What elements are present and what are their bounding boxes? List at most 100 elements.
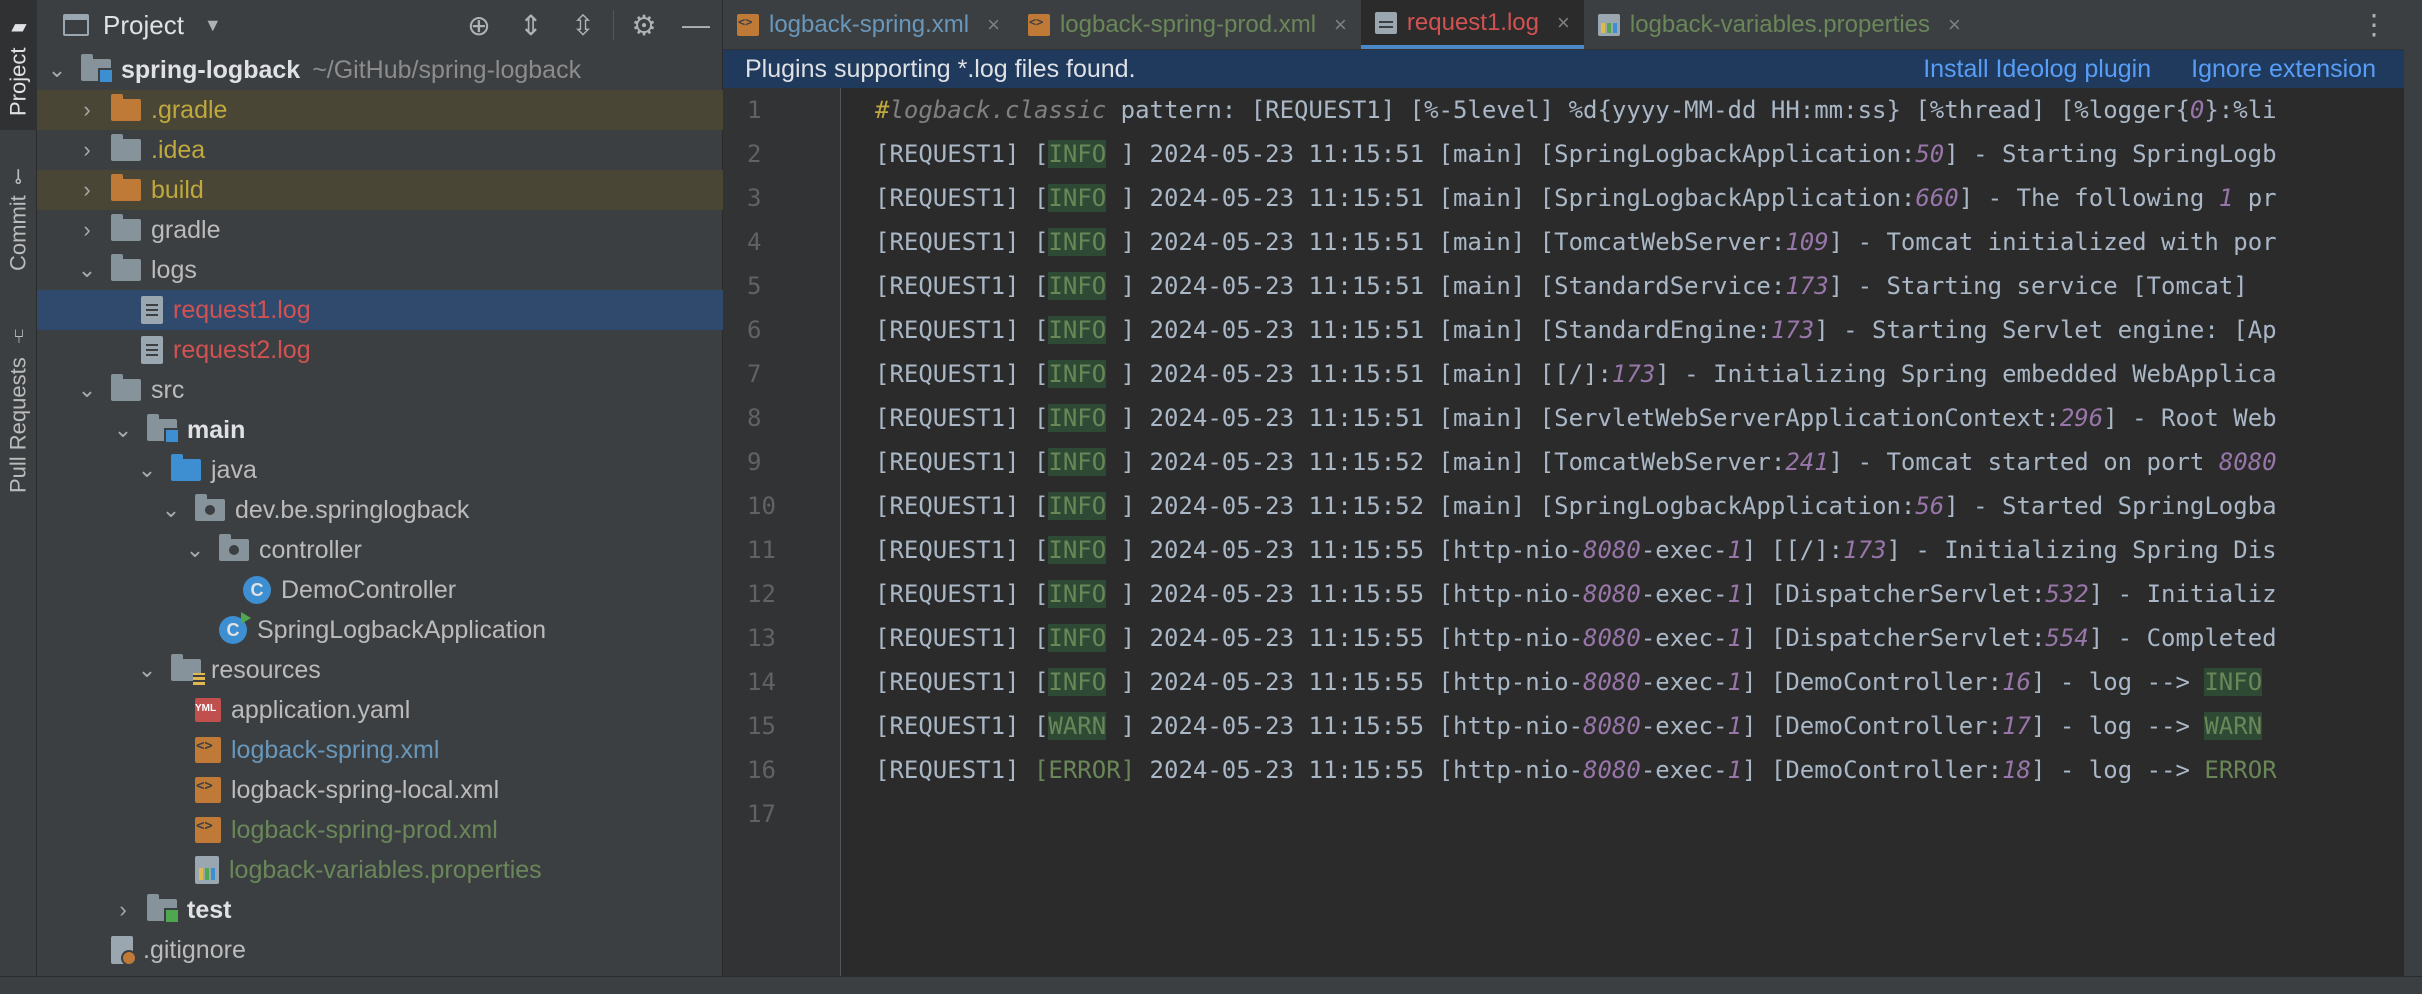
code-token: INFO — [1048, 492, 1107, 520]
xml-file-icon — [1027, 13, 1050, 36]
code-line[interactable]: 17 — [723, 792, 2422, 836]
chevron-right-icon[interactable]: › — [113, 897, 133, 923]
code-line[interactable]: 16 [REQUEST1] [ERROR] 2024-05-23 11:15:55… — [723, 748, 2422, 792]
tree-item[interactable]: request2.log — [37, 330, 723, 370]
tree-item[interactable]: C DemoController — [37, 570, 723, 610]
line-number: 6 — [747, 316, 762, 344]
code-line[interactable]: 15 [REQUEST1] [WARN ] 2024-05-23 11:15:55… — [723, 704, 2422, 748]
tree-item[interactable]: ⌄ controller — [37, 530, 723, 570]
line-text: [REQUEST1] [INFO ] 2024-05-23 11:15:51 [… — [841, 272, 2422, 300]
code-line[interactable]: 6 [REQUEST1] [INFO ] 2024-05-23 11:15:51 … — [723, 308, 2422, 352]
tree-item[interactable]: logback-spring-prod.xml — [37, 810, 723, 850]
gear-icon[interactable]: ⚙ — [618, 9, 670, 42]
tree-item[interactable]: logback-variables.properties — [37, 850, 723, 890]
line-text: [REQUEST1] [INFO ] 2024-05-23 11:15:51 [… — [841, 360, 2422, 388]
tree-item[interactable]: › test — [37, 890, 723, 930]
tab-logback-variables-properties[interactable]: logback-variables.properties × — [1584, 0, 1975, 49]
code-token: INFO — [1048, 272, 1107, 300]
tree-item[interactable]: application.yaml — [37, 690, 723, 730]
chevron-right-icon[interactable]: › — [77, 97, 97, 123]
code-line[interactable]: 11 [REQUEST1] [INFO ] 2024-05-23 11:15:55… — [723, 528, 2422, 572]
chevron-down-icon[interactable]: ⌄ — [137, 657, 157, 683]
code-editor[interactable]: 1 #logback.classic pattern: [REQUEST1] [%… — [723, 88, 2422, 994]
log-file-icon — [141, 336, 163, 364]
chevron-down-icon[interactable]: ⌄ — [161, 497, 181, 523]
tab-label: logback-variables.properties — [1629, 10, 1931, 38]
tree-item[interactable]: C SpringLogbackApplication — [37, 610, 723, 650]
code-line[interactable]: 7 [REQUEST1] [INFO ] 2024-05-23 11:15:51 … — [723, 352, 2422, 396]
chevron-down-icon[interactable]: ⌄ — [113, 417, 133, 443]
tree-item[interactable]: ⌄ java — [37, 450, 723, 490]
tree-item[interactable]: ⌄ logs — [37, 250, 723, 290]
tree-item[interactable]: ⌄ spring-logback ~/GitHub/spring-logback — [37, 50, 723, 90]
code-token: INFO — [2204, 668, 2263, 696]
source-folder-icon — [147, 414, 180, 444]
minimize-icon[interactable]: — — [670, 9, 722, 41]
chevron-down-icon[interactable]: ⌄ — [137, 457, 157, 483]
tree-item[interactable]: ⌄ dev.be.springlogback — [37, 490, 723, 530]
code-token: 241 — [1785, 448, 1829, 476]
chevron-down-icon[interactable]: ⌄ — [185, 537, 205, 563]
code-token: INFO — [1048, 668, 1107, 696]
more-vertical-icon[interactable]: ⋮ — [2360, 8, 2388, 41]
code-line[interactable]: 4 [REQUEST1] [INFO ] 2024-05-23 11:15:51 … — [723, 220, 2422, 264]
code-token: -exec- — [1640, 536, 1728, 564]
tab-request1-log[interactable]: request1.log × — [1360, 0, 1584, 49]
close-icon[interactable]: × — [1557, 10, 1570, 36]
tree-item-label: logs — [151, 255, 197, 284]
code-line[interactable]: 8 [REQUEST1] [INFO ] 2024-05-23 11:15:51 … — [723, 396, 2422, 440]
chevron-down-icon[interactable]: ▼ — [204, 15, 222, 36]
chevron-down-icon[interactable]: ⌄ — [47, 57, 67, 83]
tree-item[interactable]: ⌄ src — [37, 370, 723, 410]
tool-tab-commit-label: Commit — [5, 195, 31, 272]
locate-target-icon[interactable]: ⊕ — [453, 9, 505, 42]
tree-item[interactable]: › .gradle — [37, 90, 723, 130]
ignore-extension-link[interactable]: Ignore extension — [2191, 55, 2376, 84]
install-plugin-link[interactable]: Install Ideolog plugin — [1923, 55, 2151, 84]
line-number: 2 — [747, 140, 762, 168]
tree-item[interactable]: ⌄ main — [37, 410, 723, 450]
tree-item-path: ~/GitHub/spring-logback — [312, 55, 582, 84]
editor-area: logback-spring.xml × logback-spring-prod… — [723, 0, 2422, 994]
close-icon[interactable]: × — [1334, 12, 1347, 38]
tool-tab-pull-requests[interactable]: Pull Requests ⑂ — [0, 310, 37, 510]
code-line[interactable]: 1 #logback.classic pattern: [REQUEST1] [%… — [723, 88, 2422, 132]
tree-item[interactable]: › .idea — [37, 130, 723, 170]
tree-item[interactable]: request1.log — [37, 290, 723, 330]
tree-item[interactable]: ⌄ resources — [37, 650, 723, 690]
code-line[interactable]: 9 [REQUEST1] [INFO ] 2024-05-23 11:15:52 … — [723, 440, 2422, 484]
code-line[interactable]: 2 [REQUEST1] [INFO ] 2024-05-23 11:15:51 … — [723, 132, 2422, 176]
close-icon[interactable]: × — [1948, 12, 1961, 38]
code-line[interactable]: 3 [REQUEST1] [INFO ] 2024-05-23 11:15:51 … — [723, 176, 2422, 220]
chevron-right-icon[interactable]: › — [77, 137, 97, 163]
tree-item-label: request2.log — [173, 335, 311, 364]
close-icon[interactable]: × — [987, 12, 1000, 38]
tool-tab-project[interactable]: Project ▰ — [0, 0, 37, 130]
code-lines: 1 #logback.classic pattern: [REQUEST1] [%… — [723, 88, 2422, 836]
xml-file-icon — [737, 13, 759, 36]
package-icon — [219, 534, 249, 561]
chevron-down-icon[interactable]: ⌄ — [77, 257, 97, 283]
collapse-all-icon[interactable]: ⇳ — [557, 9, 609, 42]
properties-file-icon — [1597, 13, 1620, 36]
tab-logback-spring-prod-xml[interactable]: logback-spring-prod.xml × — [1014, 0, 1361, 49]
code-line[interactable]: 10 [REQUEST1] [INFO ] 2024-05-23 11:15:52… — [723, 484, 2422, 528]
tree-item[interactable]: logback-spring.xml — [37, 730, 723, 770]
tree-item[interactable]: › build — [37, 170, 723, 210]
line-text: [REQUEST1] [INFO ] 2024-05-23 11:15:55 [… — [841, 668, 2422, 696]
code-line[interactable]: 12 [REQUEST1] [INFO ] 2024-05-23 11:15:55… — [723, 572, 2422, 616]
chevron-right-icon[interactable]: › — [77, 177, 97, 203]
expand-all-icon[interactable]: ⇕ — [505, 9, 557, 42]
tree-item[interactable]: › gradle — [37, 210, 723, 250]
chevron-right-icon[interactable]: › — [77, 217, 97, 243]
code-token: 1 — [1727, 580, 1742, 608]
code-line[interactable]: 14 [REQUEST1] [INFO ] 2024-05-23 11:15:55… — [723, 660, 2422, 704]
chevron-down-icon[interactable]: ⌄ — [77, 377, 97, 403]
code-line[interactable]: 13 [REQUEST1] [INFO ] 2024-05-23 11:15:55… — [723, 616, 2422, 660]
tab-logback-spring-xml[interactable]: logback-spring.xml × — [723, 0, 1014, 49]
tool-window-strip: Project ▰ Commit ⊸ Pull Requests ⑂ — [0, 0, 37, 994]
code-line[interactable]: 5 [REQUEST1] [INFO ] 2024-05-23 11:15:51 … — [723, 264, 2422, 308]
tree-item[interactable]: logback-spring-local.xml — [37, 770, 723, 810]
tree-item[interactable]: .gitignore — [37, 930, 723, 970]
tool-tab-commit[interactable]: Commit ⊸ — [0, 150, 37, 290]
